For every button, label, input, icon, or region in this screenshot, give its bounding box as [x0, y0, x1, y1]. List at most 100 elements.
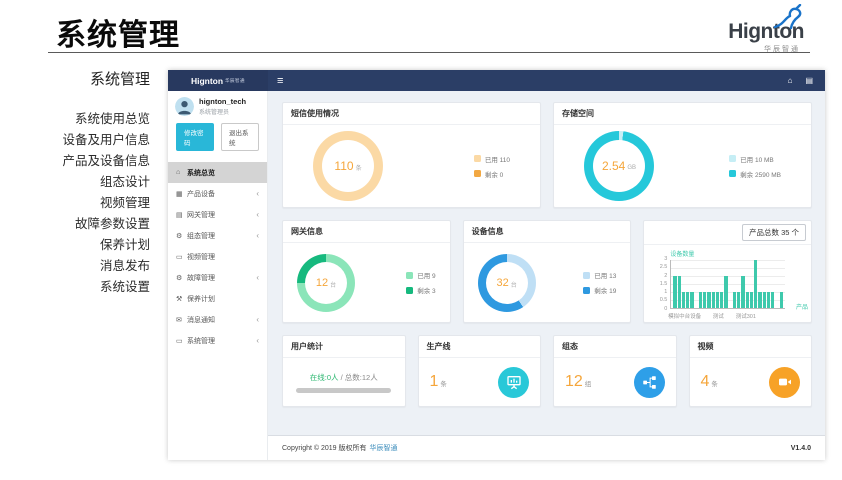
user-name: hignton_tech: [199, 97, 246, 106]
home-icon: ⌂: [176, 169, 187, 176]
bar: [707, 292, 710, 308]
sidebar-item-组态管理[interactable]: ⚙组态管理‹: [168, 225, 267, 246]
chevron-left-icon: ‹: [256, 273, 259, 282]
legend-item: 已用 110: [474, 154, 510, 164]
sidebar-item-label: 消息通知: [187, 315, 215, 325]
chart-series-name: 设备数量: [670, 249, 694, 258]
sidebar-item-系统总览[interactable]: ⌂系统总览: [168, 162, 267, 183]
bar: [724, 276, 727, 308]
app-logo-text: Hignton: [191, 76, 223, 86]
company-link[interactable]: 华辰智通: [370, 443, 398, 453]
outer-nav-item[interactable]: 故障参数设置: [0, 214, 150, 235]
legend-item: 已用 9: [406, 270, 435, 280]
product-total-button[interactable]: 产品总数 35 个: [742, 224, 806, 241]
change-password-button[interactable]: 修改密码: [176, 123, 214, 151]
outer-nav-heading: 系统管理: [0, 68, 150, 89]
sidebar-item-产品设备[interactable]: ▦产品设备‹: [168, 183, 267, 204]
bar: [750, 292, 753, 308]
legend: 已用 10 MB 剩余 2590 MB: [729, 154, 781, 179]
sidebar-toggle-icon[interactable]: ≡: [268, 75, 292, 87]
desktop-icon: ▭: [176, 253, 187, 261]
user-panel: hignton_tech 系统管理员: [168, 91, 267, 119]
device-donut-chart: 32台: [478, 254, 536, 312]
user-role: 系统管理员: [199, 107, 246, 116]
version-label: V1.4.0: [791, 445, 811, 452]
sidebar-item-系统管理[interactable]: ▭系统管理‹: [168, 330, 267, 351]
storage-donut-chart: 2.54GB: [584, 131, 654, 201]
outer-nav-item[interactable]: 系统使用总览: [0, 109, 150, 130]
chevron-left-icon: ‹: [256, 231, 259, 240]
gateway-donut-chart: 12台: [297, 254, 355, 312]
page: 系统管理 Hignton 华辰智通 系统管理 系统使用总览设备及用户信息产品及设…: [0, 0, 842, 480]
bar: [686, 292, 689, 308]
app-sidebar: hignton_tech 系统管理员 修改密码 退出系统 ⌂系统总览▦产品设备‹…: [168, 91, 268, 460]
bar: [720, 292, 723, 308]
chevron-left-icon: ‹: [256, 315, 259, 324]
app-topbar: Hignton 华辰智通 ≡ ⌂ ▤: [168, 70, 825, 91]
x-tick-label: 测试301: [736, 312, 756, 320]
outer-nav: 系统管理 系统使用总览设备及用户信息产品及设备信息组态设计视频管理故障参数设置保…: [0, 68, 150, 298]
sidebar-item-label: 视频管理: [187, 252, 215, 262]
donut-value: 2.54: [602, 159, 625, 173]
stat-unit: 组: [585, 381, 592, 388]
video-card: 视频 4条: [689, 335, 813, 407]
y-tick-label: 1.5: [647, 282, 667, 288]
sidebar-item-label: 组态管理: [187, 231, 215, 241]
donut-unit: 条: [356, 163, 362, 172]
online-progress-bar: [296, 388, 391, 393]
hignton-brand-logo: Hignton 华辰智通: [708, 6, 804, 54]
legend: 已用 110 剩余 0: [474, 154, 510, 179]
card-title: 存储空间: [554, 103, 811, 125]
logout-button[interactable]: 退出系统: [221, 123, 259, 151]
stat-unit: 条: [440, 381, 447, 388]
legend-item: 已用 13: [583, 270, 616, 280]
bar: [682, 292, 685, 308]
sidebar-item-视频管理[interactable]: ▭视频管理: [168, 246, 267, 267]
x-tick-label: 模拟中台设备: [668, 312, 701, 320]
user-avatar[interactable]: [175, 97, 194, 116]
toc-list: 系统使用总览设备及用户信息产品及设备信息组态设计视频管理故障参数设置保养计划消息…: [0, 109, 150, 298]
bar: [712, 292, 715, 308]
cogs-icon: ⚙: [176, 274, 187, 282]
outer-nav-item[interactable]: 视频管理: [0, 193, 150, 214]
legend-swatch: [583, 287, 590, 294]
app-logo[interactable]: Hignton 华辰智通: [168, 70, 268, 91]
bar-plot: [670, 260, 785, 309]
donut-unit: GB: [627, 165, 636, 171]
page-title: 系统管理: [56, 10, 180, 54]
y-tick-label: 2: [647, 274, 667, 280]
sidebar-item-label: 保养计划: [187, 294, 215, 304]
y-tick-label: 2.5: [647, 265, 667, 271]
legend: 已用 13 剩余 19: [583, 270, 616, 295]
legend-item: 剩余 2590 MB: [729, 169, 781, 179]
sidebar-item-网关管理[interactable]: ▤网关管理‹: [168, 204, 267, 225]
outer-nav-item[interactable]: 保养计划: [0, 235, 150, 256]
legend-swatch: [474, 155, 481, 162]
bar: [754, 260, 757, 308]
sidebar-item-消息通知[interactable]: ✉消息通知‹: [168, 309, 267, 330]
outer-nav-item[interactable]: 产品及设备信息: [0, 151, 150, 172]
gateway-info-card: 网关信息 12台 已用 9 剩余 3: [282, 220, 451, 323]
legend-item: 剩余 0: [474, 169, 510, 179]
sidebar-item-故障管理[interactable]: ⚙故障管理‹: [168, 267, 267, 288]
device-info-card: 设备信息 32台 已用 13 剩余 19: [463, 220, 632, 323]
outer-nav-item[interactable]: 消息发布: [0, 256, 150, 277]
document-icon[interactable]: ▤: [805, 76, 813, 85]
sidebar-item-保养计划[interactable]: ⚒保养计划: [168, 288, 267, 309]
bar: [763, 292, 766, 308]
video-camera-icon: [769, 367, 800, 398]
legend-swatch: [474, 170, 481, 177]
legend-swatch: [729, 170, 736, 177]
outer-nav-item[interactable]: 系统设置: [0, 277, 150, 298]
outer-nav-item[interactable]: 设备及用户信息: [0, 130, 150, 151]
production-line-icon: [498, 367, 529, 398]
bar: [741, 276, 744, 308]
home-icon[interactable]: ⌂: [788, 76, 793, 85]
configuration-card: 组态 12组: [553, 335, 677, 407]
bar: [767, 292, 770, 308]
y-tick-label: 0.5: [647, 298, 667, 304]
bar: [758, 292, 761, 308]
app-main: 短信使用情况 110条 已用 110 剩余 0: [268, 91, 825, 460]
outer-nav-item[interactable]: 组态设计: [0, 172, 150, 193]
y-tick-label: 3: [647, 257, 667, 263]
